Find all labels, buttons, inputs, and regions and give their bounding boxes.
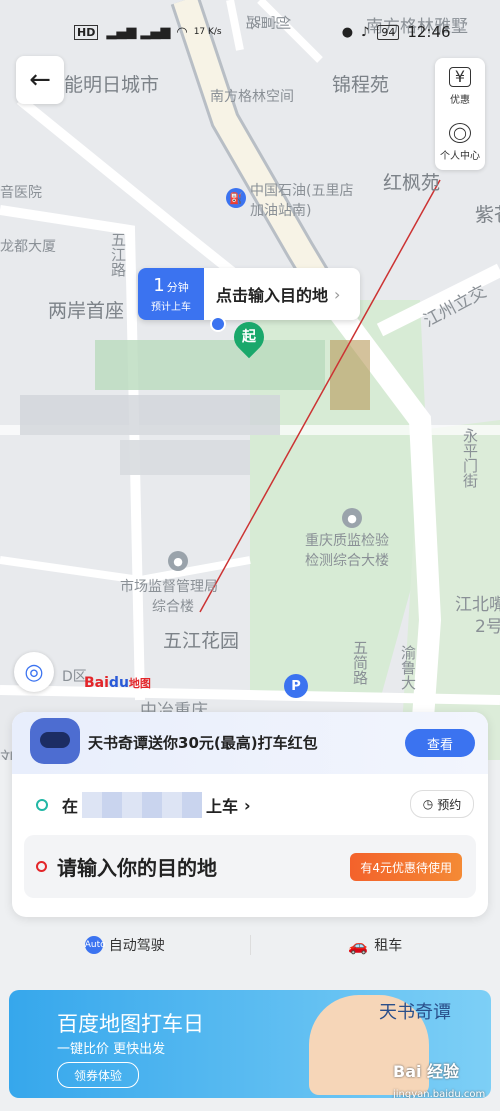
net-speed: 17 K/s: [193, 27, 222, 37]
map-label-wujianlu: 五简路: [351, 640, 369, 685]
logo-ditu: 地图: [128, 677, 151, 690]
discount-button[interactable]: ¥ 优惠: [435, 58, 485, 114]
map-label-yulu: 渝鲁大: [399, 645, 417, 690]
back-button[interactable]: ←: [16, 56, 64, 104]
watermark-text: Bai 经验: [393, 1062, 460, 1081]
map-label-jiayou: 加油站南): [250, 203, 312, 219]
view-button[interactable]: 查看: [405, 729, 475, 757]
tab-autodrive[interactable]: Auto 自动驾驶: [0, 935, 250, 955]
reserve-button[interactable]: ◷ 预约: [410, 790, 474, 818]
locate-icon: ◎: [24, 659, 44, 685]
parking-icon: P: [284, 674, 308, 698]
pickup-location-redacted: [82, 792, 203, 818]
back-arrow-icon: ←: [29, 65, 51, 95]
reserve-label: 预约: [437, 797, 462, 812]
pickup-bubble[interactable]: 1 分钟 预计上车 点击输入目的地 ›: [138, 268, 360, 320]
status-bar: HD ▂▄▆ ▂▄▆ ◠ 17 K/s ● ♪ 94 12:46: [0, 18, 500, 46]
promo-text: 天书奇谭送你30元(最高)打车红包: [88, 734, 318, 752]
destination-prompt-text: 点击输入目的地: [216, 286, 329, 305]
user-center-label: 个人中心: [440, 150, 480, 162]
watermark-url: jingyan.baidu.com: [393, 1089, 486, 1098]
yuan-coupon-icon: ¥: [449, 66, 471, 87]
map-label-jincheng: 锦程苑: [332, 74, 390, 96]
chevron-right-icon: ›: [334, 284, 341, 304]
car-icon: 🚗: [348, 935, 369, 955]
service-tabs: Auto 自动驾驶 🚗 租车: [0, 925, 500, 965]
side-panel: ¥ 优惠 ○ 个人中心: [435, 58, 485, 170]
poi-icon: ●: [168, 551, 188, 571]
map-label-yiyuan: 音医院: [0, 185, 42, 201]
map-label-zonghelou: 综合楼: [152, 599, 194, 615]
banner-brand: 天书奇谭: [379, 1002, 451, 1023]
signal-icon: ▂▄▆: [106, 24, 137, 40]
map-label-2hao: 2号: [475, 617, 500, 637]
map-label-yongping: 永平门街: [461, 428, 479, 488]
time: 12:46: [407, 23, 451, 41]
baidu-map-logo: Baidu地图: [84, 675, 151, 691]
eta-unit: 分钟: [166, 281, 189, 294]
map-label-zhijian: 重庆质监检验: [305, 533, 389, 549]
autodrive-icon: Auto: [84, 936, 106, 954]
signal-icon: ▂▄▆: [140, 24, 171, 40]
wifi-icon: ◠: [176, 24, 188, 40]
gas-station-icon: ⛽: [226, 188, 246, 208]
map-view[interactable]: 南方格林雅墅 创富路 能明日城市 锦程苑 南方格林空间 红枫苑 ⛽ 中国石油(五…: [0, 0, 500, 760]
logo-du: du: [108, 675, 129, 691]
logo-bai: Bai: [84, 675, 109, 691]
map-label-shichang: 市场监督管理局: [120, 579, 218, 595]
poi-icon: ●: [342, 508, 362, 528]
destination-placeholder: 请输入你的目的地: [57, 856, 217, 880]
map-label-kongjian: 南方格林空间: [210, 89, 294, 105]
promo-bar[interactable]: 天书奇谭送你30元(最高)打车红包 查看: [12, 712, 488, 774]
eta-sub: 预计上车: [151, 302, 191, 313]
chevron-right-icon: ›: [244, 795, 251, 815]
mute-icon: ♪: [361, 24, 370, 40]
pickup-dot-icon: [36, 799, 48, 811]
user-icon: ○: [449, 122, 471, 143]
banner-coupon-button[interactable]: 领券体验: [57, 1062, 139, 1088]
banner-title: 百度地图打车日: [57, 1012, 204, 1036]
clock-icon: ◷: [422, 797, 434, 811]
location-icon: ●: [341, 24, 354, 40]
start-pin-label: 起: [242, 329, 256, 345]
map-label-longdasha: 龙都大厦: [0, 239, 56, 255]
tab-rental-label: 租车: [374, 938, 403, 954]
eta-minutes: 1: [153, 275, 165, 296]
map-label-jiance: 检测综合大楼: [305, 553, 389, 569]
map-roads: [0, 0, 500, 760]
watermark: Bai 经验 jingyan.baidu.com: [393, 1058, 485, 1098]
map-label-liangan: 两岸首座: [48, 300, 125, 322]
map-label-zise: 紫苍: [475, 204, 500, 226]
map-label-wujianglu: 五江路: [109, 232, 127, 277]
map-label-wujianghuayuan: 五江花园: [163, 630, 240, 652]
battery-level: 94: [377, 24, 400, 40]
map-label-shiyou: 中国石油(五里店: [250, 183, 354, 199]
destination-prompt[interactable]: 点击输入目的地 ›: [204, 268, 360, 320]
promo-banner[interactable]: 百度地图打车日 一键比价 更快出发 领券体验 天书奇谭 Bai 经验 jingy…: [9, 990, 491, 1098]
tab-autodrive-label: 自动驾驶: [108, 938, 165, 954]
pickup-suffix: 上车: [206, 797, 239, 816]
map-label-mingri: 能明日城市: [64, 74, 160, 96]
ride-card: 天书奇谭送你30元(最高)打车红包 查看 在 上车 › ◷ 预约 请输入你的目的…: [12, 712, 488, 917]
destination-input[interactable]: 请输入你的目的地 有4元优惠待使用: [24, 835, 476, 898]
locate-button[interactable]: ◎: [14, 652, 54, 692]
network-badge: HD: [74, 24, 99, 40]
discount-label: 优惠: [450, 94, 470, 106]
user-center-button[interactable]: ○ 个人中心: [435, 114, 485, 170]
pickup-eta: 1 分钟 预计上车: [138, 268, 204, 320]
current-location-dot: [210, 316, 226, 332]
robot-mascot-icon: [30, 718, 80, 764]
map-label-hongfeng: 红枫苑: [383, 172, 441, 194]
destination-dot-icon: [36, 861, 47, 872]
coupon-badge[interactable]: 有4元优惠待使用: [350, 853, 462, 881]
banner-subtitle: 一键比价 更快出发: [57, 1042, 166, 1057]
pickup-prefix: 在: [62, 797, 79, 816]
tab-rental[interactable]: 🚗 租车: [251, 935, 500, 955]
